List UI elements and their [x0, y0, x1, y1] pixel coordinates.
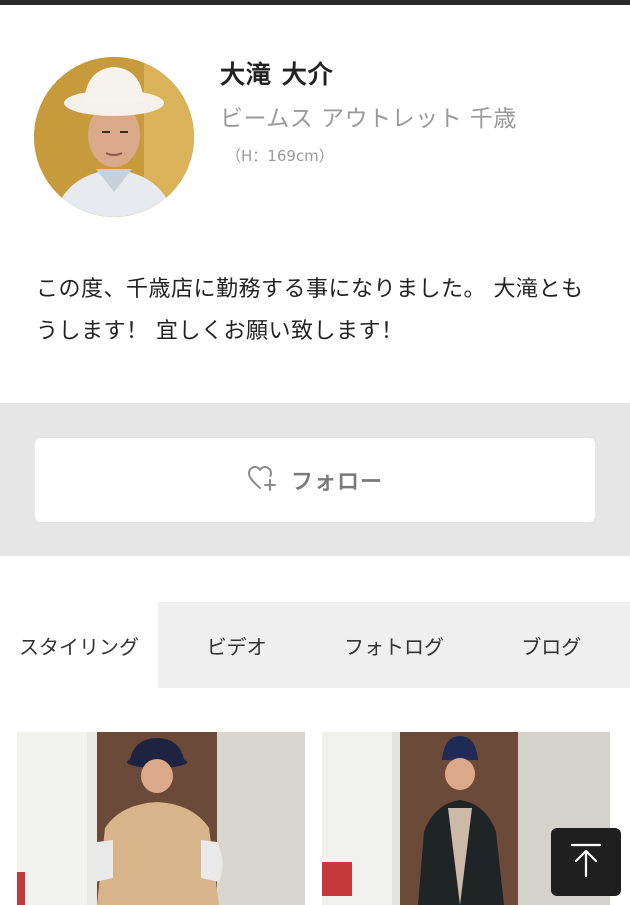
tab-video[interactable]: ビデオ: [158, 602, 315, 688]
follow-area: フォロー: [0, 403, 630, 556]
styling-grid: [0, 732, 630, 905]
user-bio: この度、千歳店に勤務する事になりました。 大滝ともうします！ 宜しくお願い致しま…: [36, 277, 584, 344]
avatar-image: [34, 57, 194, 217]
styling-photo: [17, 732, 305, 905]
follow-label: フォロー: [290, 470, 383, 495]
user-height: （H：169cm）: [226, 147, 334, 165]
styling-thumbnail[interactable]: [17, 732, 305, 905]
shop-name[interactable]: ビームス アウトレット 千歳: [220, 99, 517, 133]
tab-blog[interactable]: ブログ: [473, 602, 630, 688]
heart-plus-icon: [247, 465, 277, 495]
arrow-up-icon: [566, 840, 606, 884]
tab-styling[interactable]: スタイリング: [0, 602, 158, 688]
profile-section: 大滝 大介 ビームス アウトレット 千歳 （H：169cm） この度、千歳店に勤…: [0, 5, 630, 403]
avatar: [34, 57, 194, 217]
user-name: 大滝 大介: [220, 60, 334, 89]
scroll-to-top-button[interactable]: [551, 828, 621, 896]
content-tabs: スタイリング ビデオ フォトログ ブログ: [0, 602, 630, 688]
follow-button[interactable]: フォロー: [35, 438, 595, 522]
tab-photolog[interactable]: フォトログ: [315, 602, 472, 688]
